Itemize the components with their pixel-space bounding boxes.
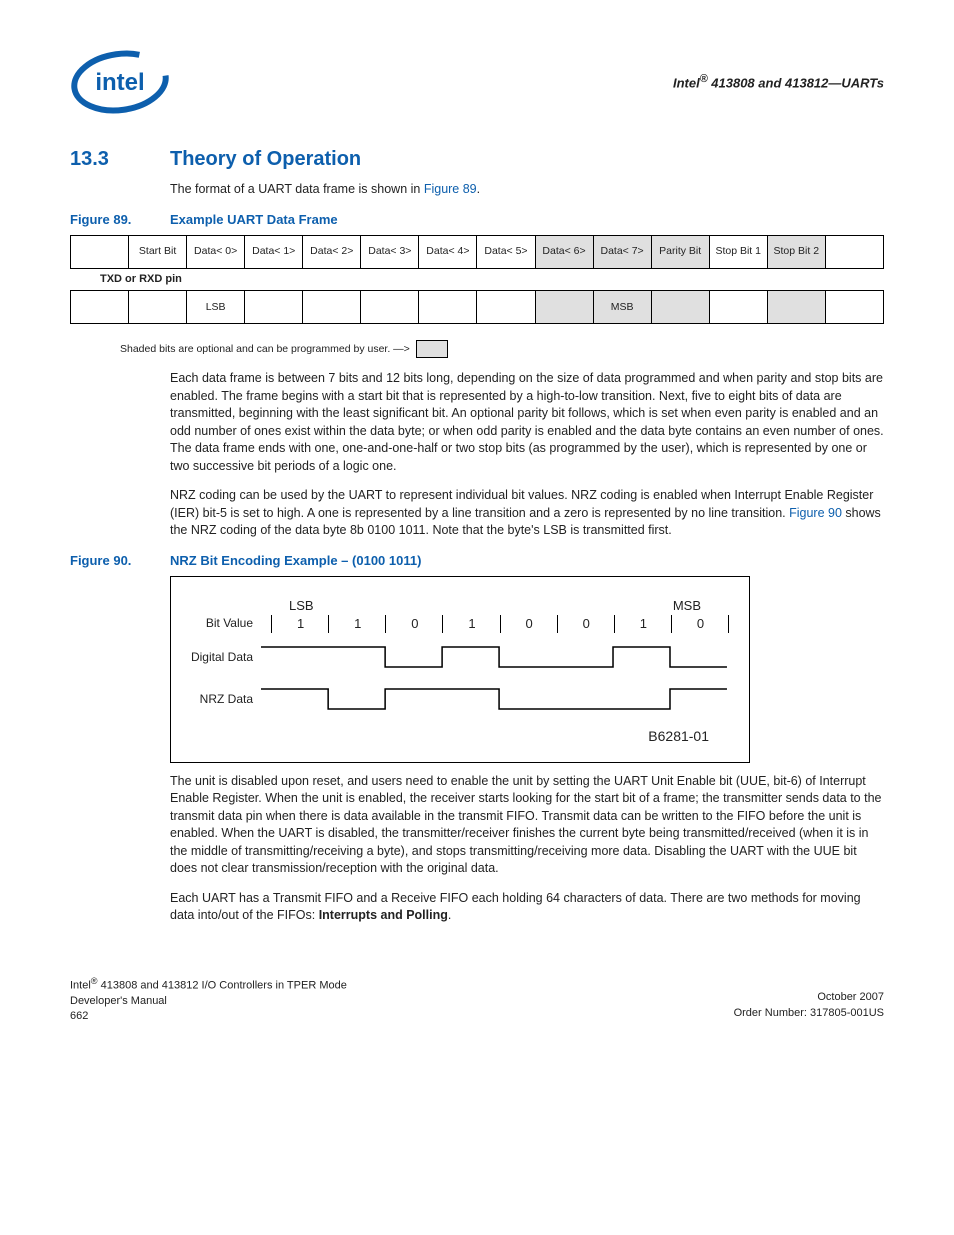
section-title: Theory of Operation [170,145,361,173]
figure-link-89[interactable]: Figure 89 [424,182,477,196]
paragraph-4: Each UART has a Transmit FIFO and a Rece… [170,890,884,925]
bit-value-label: Bit Value [183,617,261,630]
footer-left: Intel® 413808 and 413812 I/O Controllers… [70,975,347,1025]
page-header: intel Intel® 413808 and 413812—UARTs [70,50,884,115]
intro-paragraph: The format of a UART data frame is shown… [170,181,884,199]
figure-90-caption: Figure 90. NRZ Bit Encoding Example – (0… [70,552,884,570]
header-doc-title: Intel® 413808 and 413812—UARTs [673,72,884,93]
lsb-label: LSB [261,597,495,615]
paragraph-3: The unit is disabled upon reset, and use… [170,773,884,878]
intel-logo: intel [70,50,170,115]
shade-swatch [416,340,448,358]
svg-text:intel: intel [95,69,144,96]
nrz-waveform [261,681,729,717]
digital-data-label: Digital Data [183,651,261,664]
section-heading: 13.3 Theory of Operation [70,145,884,173]
figure-89-caption: Figure 89. Example UART Data Frame [70,211,884,229]
bit-value-row: 1 1 0 1 0 0 1 0 [261,615,729,633]
page-footer: Intel® 413808 and 413812 I/O Controllers… [70,975,884,1025]
diagram-code: B6281-01 [183,727,729,747]
paragraph-2: NRZ coding can be used by the UART to re… [170,487,884,540]
pin-label: TXD or RXD pin [100,272,884,287]
footer-right: October 2007 Order Number: 317805-001US [734,975,884,1025]
nrz-diagram: LSB MSB Bit Value 1 1 0 1 0 0 1 0 Digita… [170,576,750,763]
figure-link-90[interactable]: Figure 90 [789,506,842,520]
paragraph-1: Each data frame is between 7 bits and 12… [170,370,884,475]
section-number: 13.3 [70,145,130,173]
shaded-bits-note: Shaded bits are optional and can be prog… [120,340,884,358]
msb-label: MSB [495,597,729,615]
uart-frame-header-row: Start Bit Data< 0> Data< 1> Data< 2> Dat… [70,235,884,269]
digital-waveform [261,639,729,675]
nrz-data-label: NRZ Data [183,693,261,706]
uart-frame-data-row: LSB MSB [70,290,884,324]
